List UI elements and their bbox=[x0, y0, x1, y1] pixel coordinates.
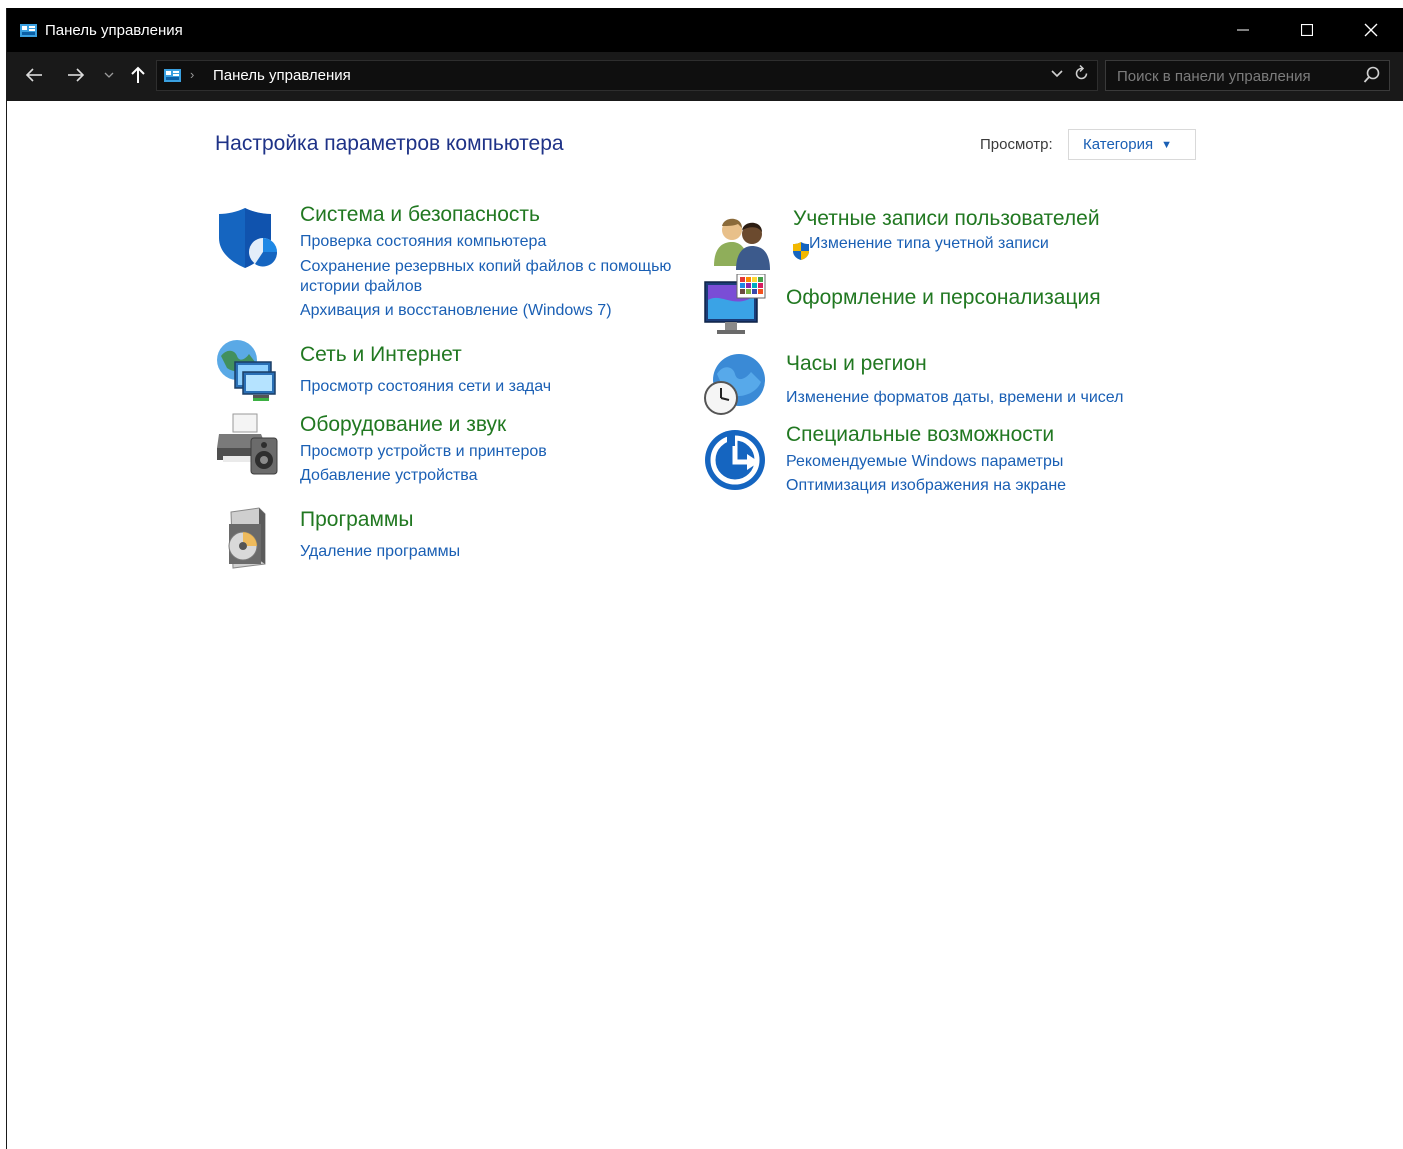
link-change-date-time-formats[interactable]: Изменение форматов даты, времени и чисел bbox=[786, 388, 1123, 408]
search-icon[interactable] bbox=[1363, 65, 1381, 85]
link-network-status[interactable]: Просмотр состояния сети и задач bbox=[300, 377, 551, 397]
control-panel-app-icon bbox=[20, 23, 37, 37]
back-arrow-icon bbox=[25, 68, 42, 82]
search-box[interactable] bbox=[1105, 60, 1390, 92]
maximize-button[interactable] bbox=[1275, 8, 1339, 52]
category-title-system-security[interactable]: Система и безопасность bbox=[300, 203, 540, 227]
link-file-history-backup[interactable]: Сохранение резервных копий файлов с помо… bbox=[300, 257, 700, 297]
control-panel-window: Панель управления › Панель управления По… bbox=[6, 8, 1403, 1149]
uac-shield-icon bbox=[792, 241, 810, 261]
accessibility-icon[interactable] bbox=[703, 428, 767, 492]
category-title-programs[interactable]: Программы bbox=[300, 508, 413, 532]
category-title-ease-of-access[interactable]: Специальные возможности bbox=[786, 423, 1054, 447]
up-arrow-icon bbox=[131, 66, 145, 83]
dropdown-arrow-icon[interactable]: ▼ bbox=[1161, 139, 1172, 151]
link-check-computer-status[interactable]: Проверка состояния компьютера bbox=[300, 232, 546, 252]
close-button[interactable] bbox=[1339, 8, 1403, 52]
search-input[interactable] bbox=[1106, 61, 1367, 92]
link-optimize-visual-display[interactable]: Оптимизация изображения на экране bbox=[786, 476, 1066, 496]
link-recommended-windows-settings[interactable]: Рекомендуемые Windows параметры bbox=[786, 452, 1063, 472]
maximize-icon bbox=[1301, 24, 1313, 36]
forward-arrow-icon bbox=[68, 68, 85, 82]
minimize-icon bbox=[1237, 29, 1249, 31]
programs-disc-icon[interactable] bbox=[215, 506, 279, 570]
page-title: Настройка параметров компьютера bbox=[215, 132, 564, 155]
category-title-user-accounts[interactable]: Учетные записи пользователей bbox=[793, 207, 1100, 231]
view-by-value[interactable]: Категория bbox=[1083, 136, 1153, 153]
chevron-down-icon bbox=[1051, 70, 1063, 78]
title-bar: Панель управления bbox=[7, 8, 1403, 52]
category-title-appearance-personalization[interactable]: Оформление и персонализация bbox=[786, 286, 1101, 310]
up-button[interactable] bbox=[127, 60, 149, 90]
refresh-icon bbox=[1075, 64, 1088, 80]
category-title-network-internet[interactable]: Сеть и Интернет bbox=[300, 343, 462, 367]
shield-icon[interactable] bbox=[215, 206, 279, 270]
link-add-device[interactable]: Добавление устройства bbox=[300, 466, 478, 486]
link-backup-restore-win7[interactable]: Архивация и восстановление (Windows 7) bbox=[300, 301, 612, 321]
back-button[interactable] bbox=[21, 60, 47, 90]
address-path-box[interactable]: › Панель управления bbox=[156, 60, 1098, 91]
minimize-button[interactable] bbox=[1211, 8, 1275, 52]
view-by-dropdown[interactable]: Категория ▼ bbox=[1068, 129, 1196, 160]
monitor-palette-icon[interactable] bbox=[703, 273, 767, 338]
address-bar: › Панель управления bbox=[7, 52, 1403, 101]
forward-button[interactable] bbox=[63, 60, 89, 90]
network-globe-icon[interactable] bbox=[215, 338, 279, 402]
link-uninstall-program[interactable]: Удаление программы bbox=[300, 542, 460, 562]
category-title-hardware-sound[interactable]: Оборудование и звук bbox=[300, 413, 506, 437]
address-dropdown-button[interactable] bbox=[1051, 66, 1063, 81]
link-change-account-type[interactable]: Изменение типа учетной записи bbox=[809, 234, 1049, 254]
view-by-label: Просмотр: bbox=[980, 136, 1053, 153]
printer-speaker-icon[interactable] bbox=[215, 412, 279, 476]
breadcrumb-separator-icon[interactable]: › bbox=[190, 67, 194, 82]
link-devices-printers[interactable]: Просмотр устройств и принтеров bbox=[300, 442, 547, 462]
close-icon bbox=[1364, 23, 1378, 37]
refresh-button[interactable] bbox=[1075, 64, 1089, 85]
users-icon[interactable] bbox=[710, 212, 774, 276]
breadcrumb-item[interactable]: Панель управления bbox=[213, 67, 351, 84]
recent-locations-button[interactable] bbox=[101, 60, 117, 90]
category-title-clock-region[interactable]: Часы и регион bbox=[786, 352, 927, 376]
clock-globe-icon[interactable] bbox=[703, 352, 767, 416]
control-panel-path-icon bbox=[164, 69, 181, 82]
chevron-down-icon bbox=[104, 72, 114, 78]
window-title: Панель управления bbox=[45, 21, 183, 39]
